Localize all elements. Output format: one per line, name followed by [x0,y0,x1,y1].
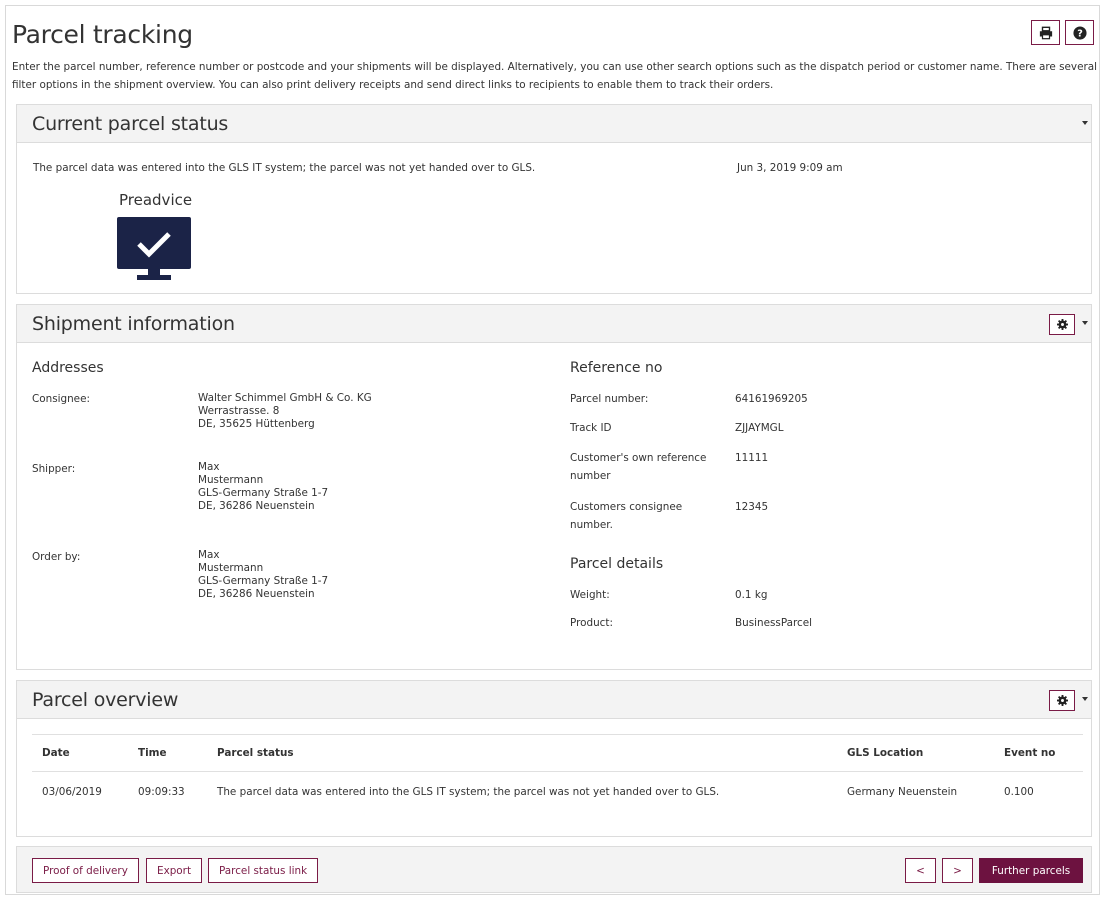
status-datetime: Jun 3, 2019 9:09 am [737,162,843,174]
print-icon [1039,26,1052,39]
action-bar: Proof of delivery Export Parcel status l… [16,846,1092,893]
consignee-line: Walter Schimmel GmbH & Co. KG [198,392,372,404]
preadvice-label: Preadvice [119,191,193,209]
addresses-heading: Addresses [32,360,104,376]
current-status-panel: Current parcel status The parcel data wa… [16,104,1092,294]
gear-icon [1056,319,1068,330]
caret-down-icon[interactable] [1082,121,1088,125]
settings-button[interactable] [1049,690,1075,711]
product-value: BusinessParcel [735,617,813,629]
overview-panel: Parcel overview Date Time Parcel status … [16,680,1092,837]
next-button[interactable]: > [942,858,973,883]
help-button[interactable]: ? [1065,20,1094,45]
consignee-number-label: Customers consignee [570,501,683,513]
proof-of-delivery-button[interactable]: Proof of delivery [32,858,139,883]
own-reference-label: Customer's own reference [570,452,707,464]
column-header-location[interactable]: GLS Location [837,735,994,772]
shipper-line: GLS-Germany Straße 1-7 [198,487,329,499]
shipper-label: Shipper: [32,463,76,475]
shipment-panel: Shipment information Addresses Consignee… [16,304,1092,670]
consignee-line: DE, 35625 Hüttenberg [198,418,315,430]
title-row: Parcel tracking ? [12,20,1094,54]
column-header-event[interactable]: Event no [994,735,1083,772]
overview-header[interactable]: Parcel overview [17,681,1091,719]
caret-down-icon[interactable] [1082,697,1088,701]
table-row: 03/06/2019 09:09:33 The parcel data was … [32,772,1083,813]
order-line: GLS-Germany Straße 1-7 [198,575,329,587]
cell-status: The parcel data was entered into the GLS… [217,786,720,799]
page: Parcel tracking ? Enter the parcel numbe… [5,5,1100,895]
track-id-value: ZJJAYMGL [735,422,784,434]
panel-title: Parcel overview [32,689,179,711]
panel-title: Current parcel status [32,113,229,135]
overview-table-wrap: Date Time Parcel status GLS Location Eve… [32,734,1083,813]
order-line: DE, 36286 Neuenstein [198,588,315,600]
question-icon: ? [1072,25,1087,40]
order-line: Max [198,549,220,561]
shipper-line: DE, 36286 Neuenstein [198,500,315,512]
consignee-number-value: 12345 [735,501,769,513]
cell-location: Germany Neuenstein [847,786,958,799]
consignee-number-label: number. [570,519,613,531]
column-header-status[interactable]: Parcel status [207,735,837,772]
gear-icon [1056,695,1068,706]
track-id-label: Track ID [570,422,612,434]
caret-down-icon[interactable] [1082,321,1088,325]
cell-time: 09:09:33 [138,786,185,799]
previous-button[interactable]: < [905,858,936,883]
export-button[interactable]: Export [146,858,203,883]
page-title: Parcel tracking [12,20,193,49]
order-line: Mustermann [198,562,264,574]
shipper-line: Max [198,461,220,473]
parcel-status-link-button[interactable]: Parcel status link [208,858,319,883]
weight-label: Weight: [570,589,610,601]
cell-date: 03/06/2019 [42,786,102,799]
own-reference-value: 11111 [735,452,769,464]
column-header-date[interactable]: Date [32,735,128,772]
parcel-number-value: 64161969205 [735,393,808,405]
shipment-header[interactable]: Shipment information [17,305,1091,343]
status-text: The parcel data was entered into the GLS… [33,162,536,174]
weight-value: 0.1 kg [735,589,768,601]
further-parcels-button[interactable]: Further parcels [979,858,1083,883]
title-tools: ? [1031,20,1094,45]
own-reference-label: number [570,470,611,482]
shipper-line: Mustermann [198,474,264,486]
reference-heading: Reference no [570,360,663,376]
parcel-number-label: Parcel number: [570,393,649,405]
current-status-header[interactable]: Current parcel status [17,105,1091,143]
table-header-row: Date Time Parcel status GLS Location Eve… [32,734,1083,772]
cell-event-no: 0.100 [1004,786,1034,799]
consignee-label: Consignee: [32,393,90,405]
svg-text:?: ? [1077,28,1083,39]
print-button[interactable] [1031,20,1060,45]
order-by-label: Order by: [32,551,81,563]
intro-text: Enter the parcel number, reference numbe… [12,61,1097,91]
column-header-time[interactable]: Time [128,735,207,772]
product-label: Product: [570,617,613,629]
panel-title: Shipment information [32,313,235,335]
overview-table: Date Time Parcel status GLS Location Eve… [32,734,1083,813]
consignee-line: Werrastrasse. 8 [198,405,280,417]
settings-button[interactable] [1049,314,1075,335]
parcel-details-heading: Parcel details [570,556,664,572]
monitor-check-icon [117,217,191,280]
